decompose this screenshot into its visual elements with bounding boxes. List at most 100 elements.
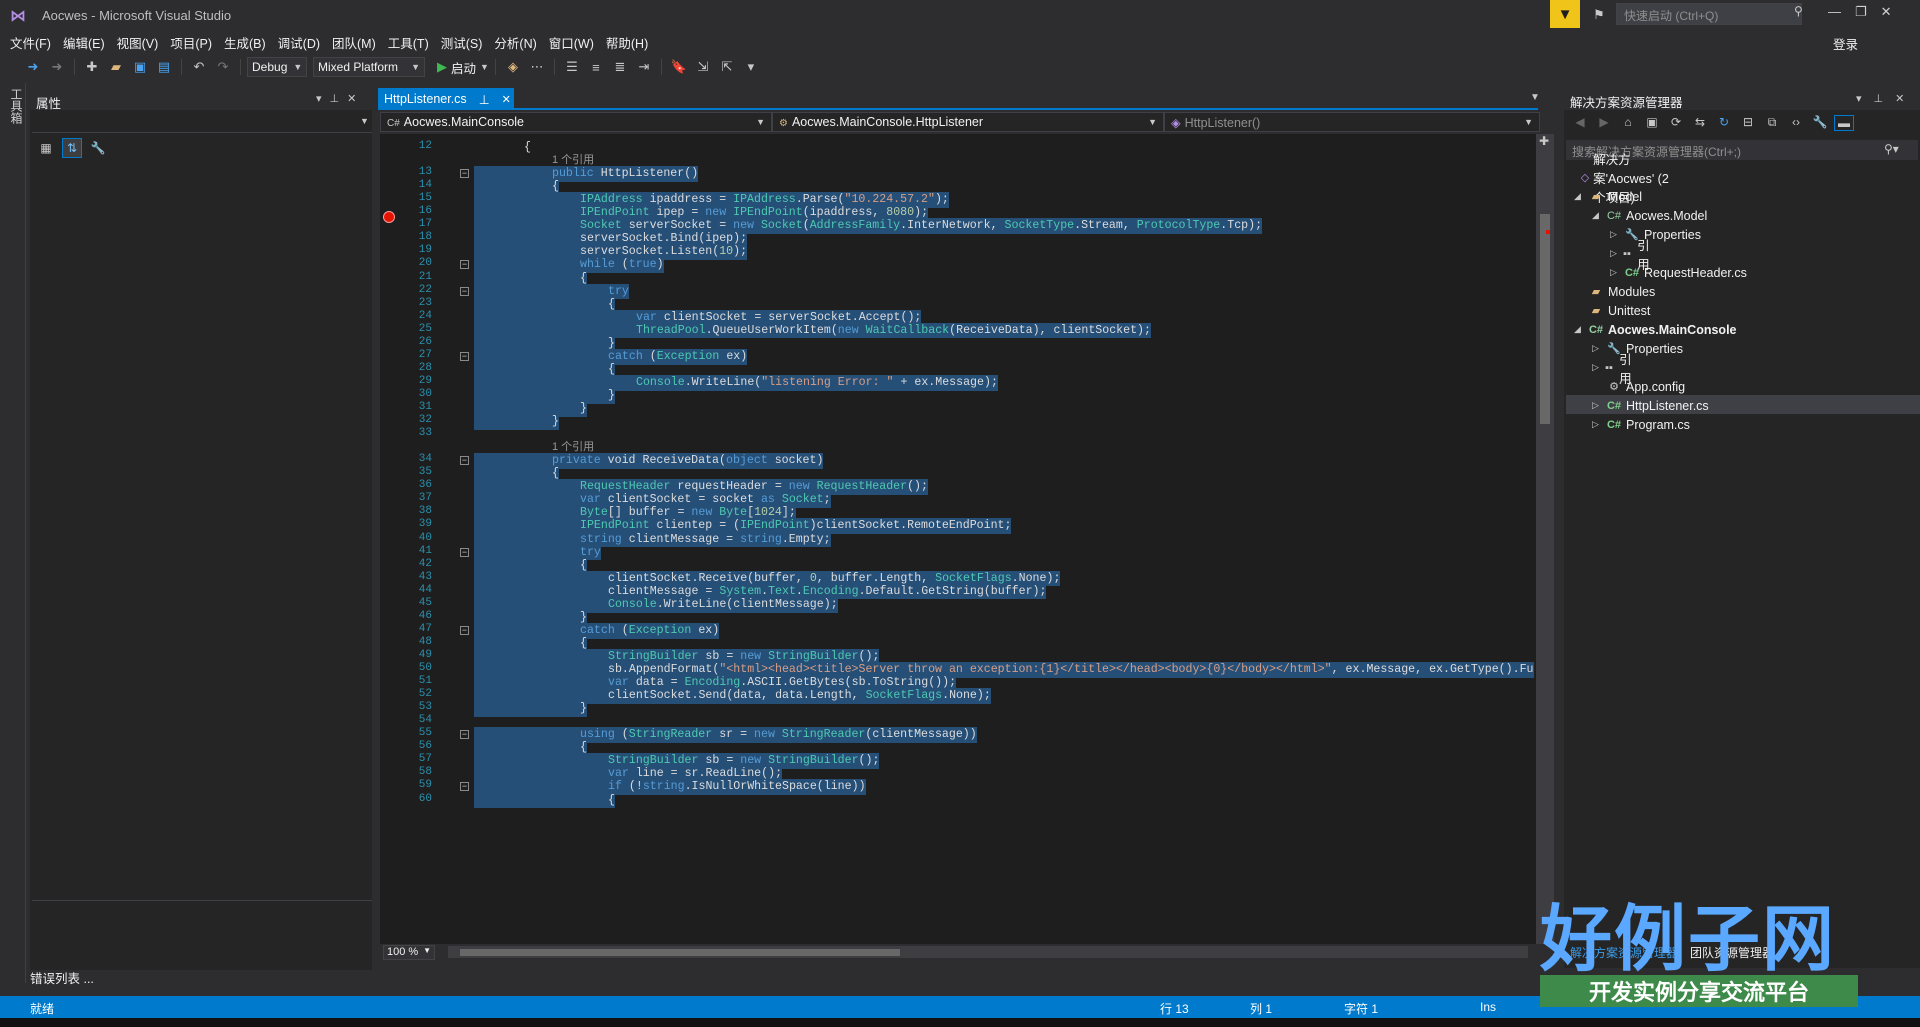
- tab-overflow-icon[interactable]: ▼: [1530, 92, 1540, 103]
- notification-flag-icon[interactable]: ▼: [1550, 0, 1580, 28]
- collapse-region-icon[interactable]: −: [460, 625, 469, 635]
- start-debugging-button[interactable]: ▶ 启动 ▼: [437, 58, 489, 77]
- menu-view[interactable]: 视图(V): [113, 30, 167, 52]
- menu-analyze[interactable]: 分析(N): [490, 30, 544, 52]
- split-window-icon[interactable]: ✚: [1539, 134, 1549, 148]
- tree-item[interactable]: ▷ ▪▪ 引用: [1610, 239, 1657, 272]
- indent-icon[interactable]: ⇥: [633, 56, 655, 78]
- solution-configuration-dropdown[interactable]: Debug ▼: [247, 57, 307, 77]
- switch-views-icon[interactable]: ▣: [1642, 115, 1662, 131]
- project-dropdown[interactable]: C# Aocwes.MainConsole ▼: [380, 112, 772, 132]
- menu-build[interactable]: 生成(B): [220, 30, 274, 52]
- status-insert-mode[interactable]: Ins: [1480, 1000, 1496, 1014]
- pin-icon[interactable]: ⊥: [330, 92, 340, 105]
- bookmark-next-icon[interactable]: ⇲: [692, 56, 714, 78]
- collapse-region-icon[interactable]: −: [460, 169, 469, 179]
- menu-help[interactable]: 帮助(H): [602, 30, 656, 52]
- alphabetical-icon[interactable]: ⇅: [62, 138, 82, 158]
- refresh-icon[interactable]: ↻: [1714, 115, 1734, 131]
- bookmark-icon[interactable]: 🔖: [668, 56, 690, 78]
- collapsed-arrow-icon[interactable]: ▷: [1592, 362, 1603, 373]
- tree-item[interactable]: ▷ ▪▪ 引用: [1592, 353, 1639, 386]
- class-dropdown[interactable]: ⚙ Aocwes.MainConsole.HttpListener ▼: [772, 112, 1164, 132]
- tree-item[interactable]: ▰ Unittest: [1574, 301, 1651, 320]
- tree-item[interactable]: ▷ C# RequestHeader.cs: [1610, 263, 1747, 282]
- properties-icon[interactable]: 🔧: [1810, 115, 1830, 131]
- home-icon[interactable]: ⌂: [1618, 115, 1638, 131]
- menu-window[interactable]: 窗口(W): [545, 30, 602, 52]
- code-line[interactable]: catch (Exception ex): [608, 348, 748, 365]
- member-dropdown[interactable]: ◈ HttpListener() ▼: [1164, 112, 1540, 132]
- redo-icon[interactable]: ↷: [212, 56, 234, 78]
- code-line[interactable]: private void ReceiveData(object socket): [552, 453, 824, 469]
- tree-item[interactable]: ◢ ▰ Model: [1574, 187, 1642, 206]
- close-icon[interactable]: ✕: [502, 93, 511, 106]
- code-line[interactable]: {: [524, 140, 531, 156]
- close-icon[interactable]: ✕: [347, 92, 356, 105]
- collapse-region-icon[interactable]: −: [460, 351, 469, 361]
- menu-tools[interactable]: 工具(T): [384, 30, 437, 52]
- menu-edit[interactable]: 编辑(E): [59, 30, 113, 52]
- navigate-forward-icon[interactable]: ➜: [46, 56, 68, 78]
- code-line[interactable]: }: [580, 401, 587, 417]
- code-line[interactable]: string clientMessage = string.Empty;: [580, 531, 831, 548]
- comment-icon[interactable]: ≡: [585, 56, 607, 78]
- collapse-region-icon[interactable]: −: [460, 547, 469, 557]
- code-line[interactable]: }: [580, 701, 587, 717]
- horizontal-scroll-thumb[interactable]: [460, 949, 900, 956]
- code-line[interactable]: Console.WriteLine(clientMessage);: [608, 596, 838, 613]
- tree-item[interactable]: ◢ C# Aocwes.Model: [1592, 206, 1707, 225]
- code-line[interactable]: clientSocket.Send(data, data.Length, Soc…: [608, 688, 991, 704]
- code-line[interactable]: public HttpListener(): [552, 166, 699, 182]
- save-all-icon[interactable]: ▤: [153, 56, 175, 78]
- bookmark-prev-icon[interactable]: ⇱: [716, 56, 738, 78]
- menu-project[interactable]: 项目(P): [166, 30, 220, 52]
- sync-icon[interactable]: ⇆: [1690, 115, 1710, 131]
- uncomment-icon[interactable]: ≣: [609, 56, 631, 78]
- tree-item[interactable]: ◢ C# Aocwes.MainConsole: [1574, 320, 1737, 339]
- open-file-icon[interactable]: ▰: [105, 56, 127, 78]
- feedback-icon[interactable]: ⚑: [1588, 4, 1610, 26]
- code-line[interactable]: while (true): [580, 257, 664, 274]
- categorized-icon[interactable]: ▦: [36, 138, 56, 158]
- pending-changes-icon[interactable]: ⟳: [1666, 115, 1686, 131]
- collapsed-arrow-icon[interactable]: ▷: [1592, 343, 1606, 354]
- collapse-region-icon[interactable]: −: [460, 260, 469, 270]
- collapsed-arrow-icon[interactable]: ▷: [1610, 229, 1624, 240]
- expanded-arrow-icon[interactable]: ◢: [1592, 210, 1606, 221]
- tree-item[interactable]: ▰ Modules: [1574, 282, 1655, 301]
- pin-icon[interactable]: ⊥: [479, 92, 490, 107]
- minimize-icon[interactable]: —: [1828, 4, 1841, 20]
- toolbar-overflow-icon[interactable]: ⋯: [526, 56, 548, 78]
- menu-debug[interactable]: 调试(D): [274, 30, 328, 52]
- code-line[interactable]: {: [608, 792, 615, 809]
- preview-icon[interactable]: ▬: [1834, 115, 1854, 131]
- collapsed-arrow-icon[interactable]: ▷: [1592, 419, 1606, 430]
- browser-link-icon[interactable]: ◈: [502, 56, 524, 78]
- code-line[interactable]: }: [552, 414, 559, 430]
- collapse-region-icon[interactable]: −: [460, 286, 469, 296]
- menu-test[interactable]: 测试(S): [437, 30, 491, 52]
- toolbox-tab[interactable]: 工具箱: [8, 88, 25, 124]
- view-code-icon[interactable]: ‹›: [1786, 115, 1806, 131]
- menu-file[interactable]: 文件(F): [6, 30, 59, 52]
- new-project-icon[interactable]: ✚: [81, 56, 103, 78]
- code-line[interactable]: }: [608, 387, 615, 404]
- vertical-scroll-thumb[interactable]: [1540, 214, 1550, 424]
- property-pages-icon[interactable]: 🔧: [88, 138, 108, 158]
- back-icon[interactable]: ◀: [1570, 115, 1590, 131]
- code-line[interactable]: catch (Exception ex): [580, 622, 720, 639]
- tree-item[interactable]: ⚙ App.config: [1592, 377, 1685, 396]
- quick-launch-input[interactable]: 快速启动 (Ctrl+Q): [1616, 3, 1802, 25]
- close-icon[interactable]: ✕: [1881, 4, 1892, 20]
- expanded-arrow-icon[interactable]: ◢: [1574, 324, 1588, 335]
- collapse-all-icon[interactable]: ⊟: [1738, 115, 1758, 131]
- collapse-region-icon[interactable]: −: [460, 782, 469, 792]
- pin-icon[interactable]: ⊥: [1874, 92, 1884, 105]
- tab-httplistener[interactable]: HttpListener.cs ⊥ ✕: [378, 88, 514, 110]
- navigate-back-icon[interactable]: ➜: [22, 56, 44, 78]
- code-line[interactable]: Console.WriteLine("listening Error: " + …: [636, 374, 998, 391]
- show-all-files-icon[interactable]: ⧉: [1762, 115, 1782, 131]
- dropdown-icon[interactable]: ▾: [316, 92, 322, 105]
- zoom-dropdown[interactable]: 100 % ▼: [383, 945, 435, 960]
